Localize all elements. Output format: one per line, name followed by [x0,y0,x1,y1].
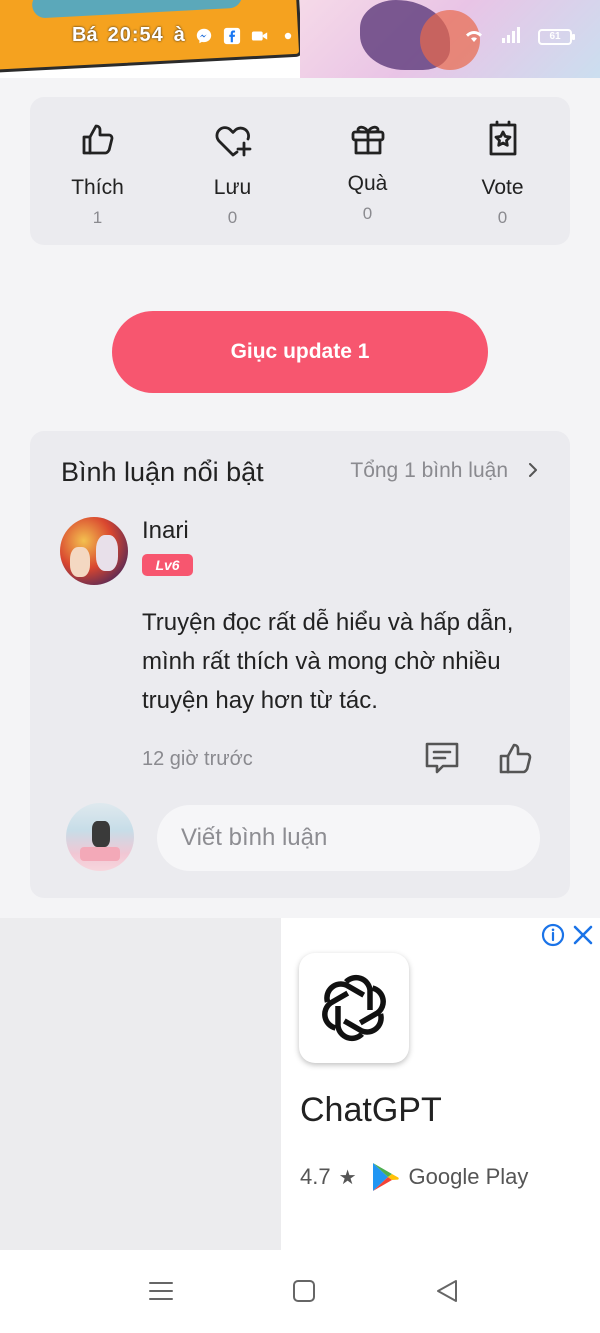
messenger-icon [195,27,213,45]
video-icon [251,27,269,45]
comment-username[interactable]: Inari [142,517,189,545]
battery-indicator: 61 [538,28,575,45]
ad-close-icon[interactable] [571,923,595,947]
request-update-button[interactable]: Giục update 1 [112,311,488,393]
heart-plus-icon [213,119,253,164]
top-banner: Bá 20:54 à 61 [0,0,600,78]
reaction-save[interactable]: Lưu 0 [165,97,300,245]
comment-input[interactable] [157,805,540,871]
comments-title: Bình luận nổi bật [61,457,264,487]
reaction-count: 0 [362,204,373,223]
chatgpt-logo-icon [322,974,386,1042]
reaction-like[interactable]: Thích 1 [30,97,165,245]
reaction-count: 1 [92,208,103,227]
app-rating: 4.7 [300,1164,331,1189]
reactions-card: Thích 1 Lưu 0 Quà 0 Vote 0 [30,97,570,245]
dot-icon [279,27,297,45]
status-bar-left: Bá 20:54 à [72,24,297,47]
star-icon: ★ [338,1166,357,1189]
all-comments-link[interactable]: Tổng 1 bình luận [350,459,540,483]
google-play-icon [372,1163,399,1191]
app-name[interactable]: ChatGPT [300,1091,442,1130]
signal-icon [500,26,524,47]
app-icon[interactable] [299,953,409,1063]
reaction-label: Quà [347,172,388,195]
banner-text: Bá [72,24,98,46]
status-time: 20:54 [107,24,164,46]
store-name: Google Play [408,1164,529,1189]
facebook-icon [223,27,241,45]
reaction-label: Lưu [213,176,252,199]
avatar[interactable] [60,517,128,585]
app-meta: 4.7 ★ Google Play [300,1161,528,1193]
wifi-icon [462,26,486,47]
reply-icon[interactable] [423,740,461,776]
reaction-vote[interactable]: Vote 0 [435,97,570,245]
vote-star-icon [483,119,523,164]
ad-image-placeholder [0,918,281,1250]
menu-icon[interactable] [146,1276,176,1306]
reaction-label: Vote [481,176,524,199]
google-play-link[interactable]: Google Play [371,1161,529,1193]
comment-text: Truyện đọc rất dễ hiểu và hấp dẫn, mình … [142,609,514,714]
gift-icon [348,119,388,164]
chevron-right-icon [526,459,540,483]
comment-like-icon[interactable] [496,739,536,777]
comment-timestamp: 12 giờ trước [142,748,253,770]
thumbs-up-icon [78,119,118,164]
status-bar-right: 61 [462,26,575,47]
reaction-count: 0 [497,208,508,227]
level-badge: Lv6 [142,554,193,576]
reaction-gift[interactable]: Quà 0 [300,97,435,245]
ad-info-icon[interactable] [541,923,565,947]
banner-text-suffix: à [173,24,185,46]
system-nav-bar [0,1250,600,1333]
home-icon[interactable] [289,1276,319,1306]
reaction-count: 0 [227,208,238,227]
featured-comments-card: Bình luận nổi bật Tổng 1 bình luận Inari… [30,431,570,898]
current-user-avatar [66,803,134,871]
ad-banner[interactable]: ChatGPT 4.7 ★ Google Play [0,918,600,1250]
back-icon[interactable] [432,1276,462,1306]
comments-total: Tổng 1 bình luận [350,459,508,482]
reaction-label: Thích [71,176,124,199]
